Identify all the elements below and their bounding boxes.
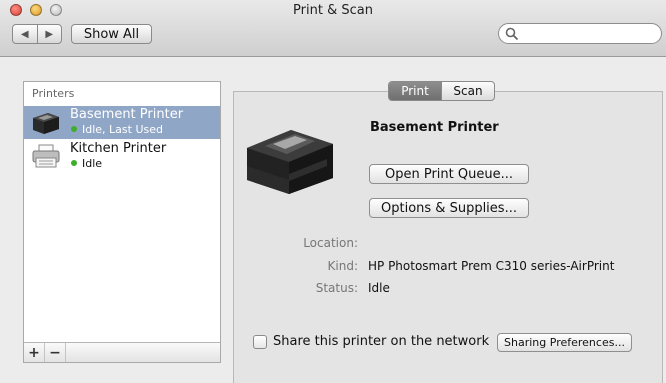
status-value: Idle [368, 281, 390, 295]
window-title: Print & Scan [293, 3, 373, 18]
sharing-preferences-button[interactable]: Sharing Preferences... [497, 333, 632, 352]
search-field[interactable] [498, 23, 662, 44]
tab-scan[interactable]: Scan [441, 82, 494, 100]
share-printer-label[interactable]: Share this printer on the network [273, 334, 489, 349]
status-dot-icon [71, 126, 77, 132]
printer-item-kitchen[interactable]: Kitchen Printer Idle [24, 140, 220, 173]
add-printer-button[interactable]: + [24, 343, 45, 362]
kind-label: Kind: [327, 259, 358, 273]
printer-image [247, 130, 333, 194]
show-all-button[interactable]: Show All [71, 24, 152, 44]
printer-title: Basement Printer [370, 120, 499, 135]
printers-list: Printers Basement Printer Idle, Last Use… [23, 81, 221, 363]
inkjet-printer-icon [33, 113, 59, 134]
printers-list-header: Printers [32, 87, 75, 100]
search-icon [505, 27, 519, 41]
printer-icon [32, 144, 60, 168]
print-scan-tabs: Print Scan [388, 81, 495, 101]
status-dot-icon [71, 160, 77, 166]
printer-name: Basement Printer [70, 107, 184, 122]
back-forward-control: ◀ ▶ [12, 24, 62, 44]
status-label: Status: [315, 281, 358, 295]
printers-list-footer: + − [24, 342, 220, 362]
back-button[interactable]: ◀ [13, 25, 37, 43]
printer-item-basement[interactable]: Basement Printer Idle, Last Used [24, 106, 220, 139]
tab-print[interactable]: Print [389, 82, 441, 100]
open-print-queue-button[interactable]: Open Print Queue... [369, 164, 529, 184]
printer-status: Idle [82, 157, 103, 170]
kind-value: HP Photosmart Prem C310 series-AirPrint [368, 259, 615, 273]
forward-button[interactable]: ▶ [36, 25, 62, 43]
options-supplies-button[interactable]: Options & Supplies... [369, 198, 529, 218]
location-label: Location: [303, 236, 358, 250]
remove-printer-button[interactable]: − [45, 343, 66, 362]
printer-name: Kitchen Printer [70, 141, 167, 156]
window-titlebar: Print & Scan ◀ ▶ Show All [0, 0, 666, 57]
share-printer-checkbox[interactable] [253, 335, 267, 349]
printer-status: Idle, Last Used [82, 123, 163, 136]
